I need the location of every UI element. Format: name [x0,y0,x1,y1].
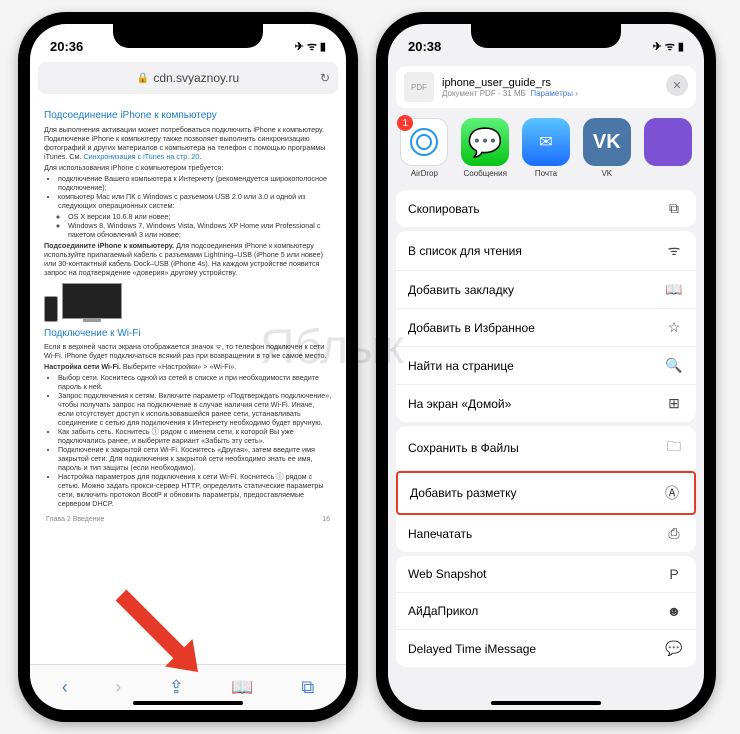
action-find-on-page[interactable]: Найти на странице🔍 [396,347,696,385]
phone-left: 20:36 ✈ ᯤ ▮ 🔒 cdn.svyaznoy.ru ↻ Подсоеди… [18,12,358,722]
action-add-favorite[interactable]: Добавить в Избранное☆ [396,309,696,347]
star-icon: ☆ [664,319,684,336]
lock-icon: 🔒 [137,73,149,84]
glasses-icon: ᯤ [664,241,684,260]
actions-group-1: Скопировать⧉ [396,190,696,227]
url-bar[interactable]: 🔒 cdn.svyaznoy.ru ↻ [38,62,338,94]
app-airdrop[interactable]: 1 AirDrop [398,118,451,178]
action-copy[interactable]: Скопировать⧉ [396,190,696,227]
chat-icon: 💬 [664,640,684,657]
actions-group-4: Web SnapshotP АйДаПрикол☻ Delayed Time i… [396,556,696,667]
phone-right: 20:38 ✈ ᯤ ▮ PDF iphone_user_guide_rs Док… [376,12,716,722]
url-text: cdn.svyaznoy.ru [153,71,239,85]
options-link[interactable]: Параметры [530,89,573,98]
action-markup[interactable]: Добавить разметкуⒶ [396,471,696,515]
tabs-button[interactable]: ⧉ [301,677,314,698]
plus-square-icon: ⊞ [664,395,684,412]
heading-wifi: Подключение к Wi-Fi [44,328,332,341]
back-button[interactable]: ‹ [62,677,68,698]
action-add-bookmark[interactable]: Добавить закладку📖 [396,271,696,309]
folder-icon: 🗀 [664,436,684,460]
app-mail[interactable]: ✉ Почта [520,118,573,178]
action-home-screen[interactable]: На экран «Домой»⊞ [396,385,696,422]
heading-connect-computer: Подсоединение iPhone к компьютеру [44,110,332,123]
action-aidaprikol[interactable]: АйДаПрикол☻ [396,593,696,630]
app-messages[interactable]: 💬 Сообщения [459,118,512,178]
actions-group-3: Сохранить в Файлы🗀 Добавить разметкуⒶ На… [396,426,696,552]
footer-page: 16 [322,516,330,525]
book-icon: 📖 [664,281,684,298]
p-icon: P [664,566,684,582]
action-save-files[interactable]: Сохранить в Файлы🗀 [396,426,696,471]
copy-icon: ⧉ [664,200,684,217]
status-indicators: ✈ ᯤ ▮ [295,39,326,54]
devices-illustration [44,283,332,322]
markup-icon: Ⓐ [662,483,682,503]
close-button[interactable]: ✕ [666,74,688,96]
app-more[interactable] [641,118,694,178]
bookmarks-button[interactable]: 📖 [231,677,253,698]
link-itunes-sync[interactable]: Синхронизация с iTunes на стр. 20 [83,152,199,161]
status-indicators: ✈ ᯤ ▮ [653,39,684,54]
annotation-arrow [110,584,220,699]
reload-icon[interactable]: ↻ [320,71,330,85]
action-reading-list[interactable]: В список для чтенияᯤ [396,231,696,271]
status-time: 20:36 [50,39,83,54]
notch [113,24,263,48]
notch [471,24,621,48]
search-icon: 🔍 [664,357,684,374]
share-apps-row[interactable]: 1 AirDrop 💬 Сообщения ✉ Почта VK VK [388,114,704,186]
home-indicator[interactable] [133,701,243,705]
page-content[interactable]: Подсоединение iPhone к компьютеру Для вы… [30,100,346,660]
status-time: 20:38 [408,39,441,54]
footer-chapter: Глава 2 Введение [46,516,104,525]
print-icon: ⎙ [664,525,684,542]
home-indicator[interactable] [491,701,601,705]
action-delayed-imessage[interactable]: Delayed Time iMessage💬 [396,630,696,667]
action-print[interactable]: Напечатать⎙ [396,515,696,552]
share-header: PDF iphone_user_guide_rs Документ PDF · … [396,66,696,108]
smiley-icon: ☻ [664,603,684,619]
app-vk[interactable]: VK VK [580,118,633,178]
document-title: iphone_user_guide_rs [442,77,578,89]
actions-group-2: В список для чтенияᯤ Добавить закладку📖 … [396,231,696,422]
airdrop-badge: 1 [397,115,413,131]
action-web-snapshot[interactable]: Web SnapshotP [396,556,696,593]
document-thumbnail: PDF [404,72,434,102]
